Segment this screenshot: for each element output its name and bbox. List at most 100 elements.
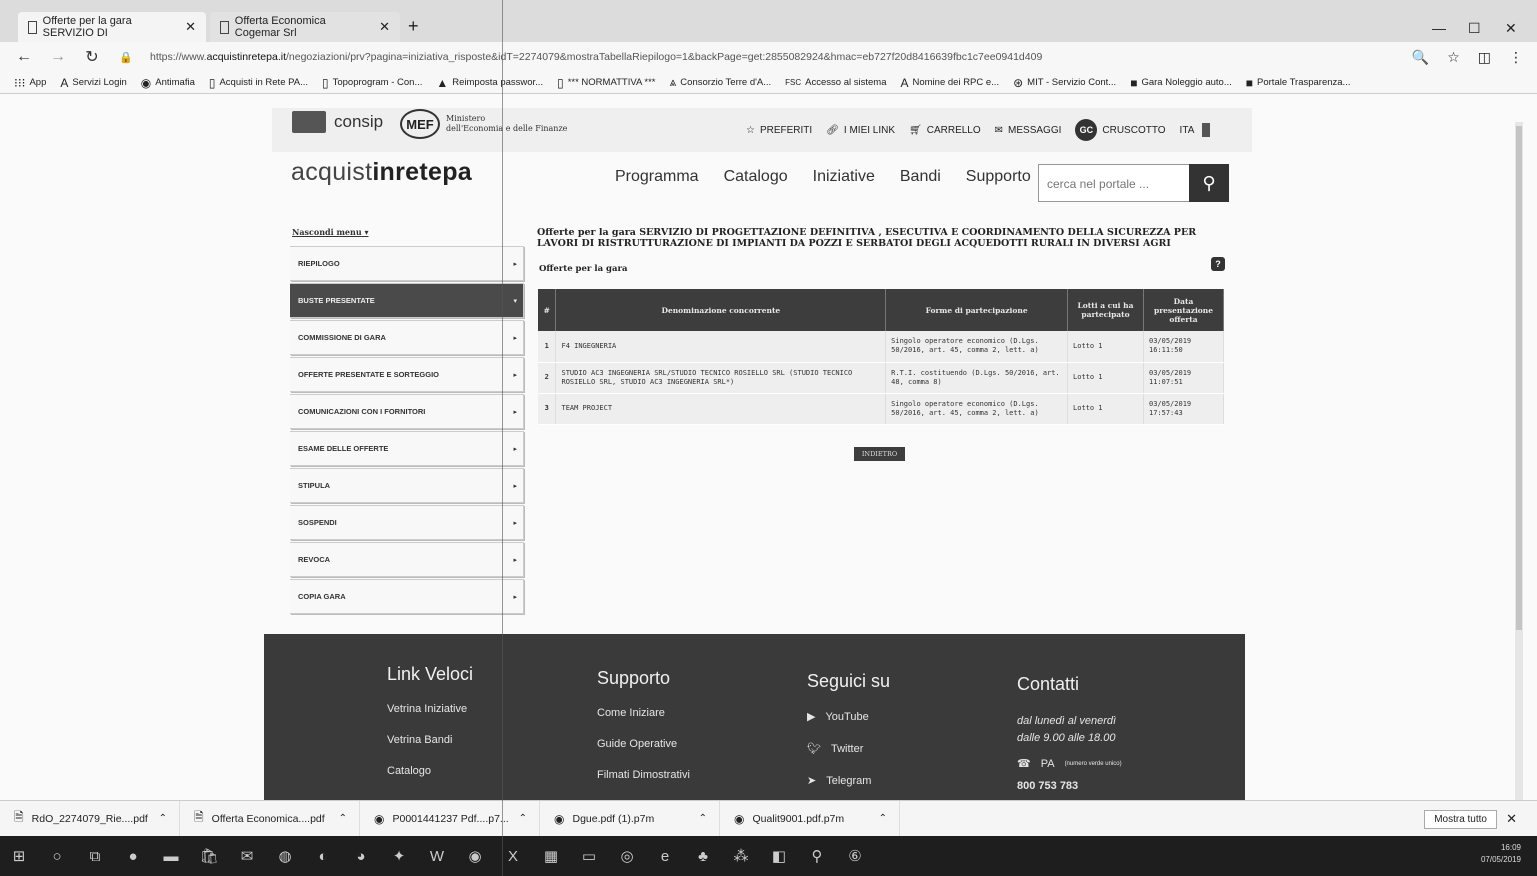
close-icon[interactable]: ✕: [379, 19, 390, 35]
app-icon[interactable]: ⚲: [798, 847, 836, 865]
app-icon[interactable]: ◉: [456, 847, 494, 865]
browser-tab-2[interactable]: Offerta Economica Cogemar Srl ✕: [210, 12, 400, 42]
nav-iniziative[interactable]: Iniziative: [813, 168, 875, 186]
help-icon[interactable]: ?: [1211, 257, 1225, 271]
nav-catalogo[interactable]: Catalogo: [724, 168, 788, 186]
nav-supporto[interactable]: Supporto: [966, 168, 1031, 186]
app-icon[interactable]: ♣: [684, 848, 722, 865]
menu-item-buste-presentate[interactable]: BUSTE PRESENTATE ▾: [290, 283, 524, 318]
footer-link[interactable]: Guide Operative: [597, 738, 690, 750]
show-all-button[interactable]: Mostra tutto: [1424, 810, 1497, 829]
close-icon[interactable]: ✕: [185, 19, 196, 35]
app-icon[interactable]: ◕: [342, 848, 380, 865]
star-icon[interactable]: ☆: [1447, 49, 1460, 66]
word-icon[interactable]: W: [418, 848, 456, 865]
menu-item-comunicazioni[interactable]: COMUNICAZIONI CON I FORNITORI ▸: [290, 394, 524, 429]
menu-item-riepilogo[interactable]: RIEPILOGO ▸: [290, 246, 524, 281]
download-item[interactable]: ◉ Dgue.pdf (1).p7m ⌃: [540, 800, 720, 837]
bookmark-item[interactable]: ◉ Antimafia: [141, 76, 195, 90]
chrome-icon[interactable]: ◎: [608, 847, 646, 865]
chevron-up-icon[interactable]: ⌃: [159, 813, 167, 824]
menu-item-esame-offerte[interactable]: ESAME DELLE OFFERTE ▸: [290, 431, 524, 466]
store-icon[interactable]: 🛍︎: [190, 847, 228, 865]
menu-item-copia-gara[interactable]: COPIA GARA ▸: [290, 579, 524, 614]
footer-link[interactable]: Catalogo: [387, 765, 473, 777]
download-item[interactable]: 🗎 Offerta Economica....pdf ⌃: [180, 800, 360, 837]
menu-dots-icon[interactable]: ⋮: [1509, 49, 1523, 66]
bookmark-item[interactable]: ▯ Acquisti in Rete PA...: [209, 76, 308, 90]
maximize-icon[interactable]: ☐: [1468, 20, 1481, 37]
download-item[interactable]: ◉ P0001441237 Pdf....p7... ⌃: [360, 800, 540, 837]
window-close-icon[interactable]: ✕: [1505, 20, 1517, 37]
back-arrow-icon[interactable]: ←: [14, 48, 34, 66]
download-item[interactable]: 🗎 RdO_2274079_Rie....pdf ⌃: [0, 800, 180, 837]
scrollbar-thumb[interactable]: [1516, 126, 1522, 630]
carrello-link[interactable]: 🛒︎ CARRELLO: [909, 125, 981, 136]
youtube-link[interactable]: ▶ YouTube: [807, 710, 890, 724]
app-icon[interactable]: ⁂: [722, 847, 760, 865]
twitter-link[interactable]: 🐦︎ Twitter: [807, 742, 890, 756]
miei-link-link[interactable]: 🔗︎ I MIEI LINK: [826, 125, 895, 136]
language-selector[interactable]: ITA: [1180, 123, 1211, 137]
search-icon[interactable]: ○: [38, 848, 76, 865]
start-icon[interactable]: ⊞: [0, 847, 38, 865]
bookmark-apps[interactable]: ⁝⁝⁝ App: [14, 76, 46, 90]
new-tab-button[interactable]: +: [408, 16, 419, 37]
app-icon[interactable]: ◧: [760, 847, 798, 865]
telegram-link[interactable]: ➤ Telegram: [807, 774, 890, 788]
chevron-up-icon[interactable]: ⌃: [519, 813, 527, 824]
menu-item-stipula[interactable]: STIPULA ▸: [290, 468, 524, 503]
bookmark-item[interactable]: ⩓ Consorzio Terre d'A...: [670, 75, 772, 90]
bookmark-item[interactable]: ⊛ MIT - Servizio Cont...: [1013, 76, 1116, 90]
nav-programma[interactable]: Programma: [615, 168, 699, 186]
menu-item-commissione[interactable]: COMMISSIONE DI GARA ▸: [290, 320, 524, 355]
task-view-icon[interactable]: ⧉: [76, 848, 114, 865]
bookmark-item[interactable]: ▯ *** NORMATTIVA ***: [557, 76, 655, 90]
preferiti-link[interactable]: ☆ PREFERITI: [746, 125, 812, 136]
zoom-icon[interactable]: 🔍: [1412, 49, 1429, 66]
app-icon[interactable]: ✦: [380, 847, 418, 865]
footer-link[interactable]: Come Iniziare: [597, 707, 690, 719]
download-item[interactable]: ◉ Qualit9001.pdf.p7m ⌃: [720, 800, 900, 837]
app-icon[interactable]: ▭: [570, 847, 608, 865]
menu-item-offerte-presentate[interactable]: OFFERTE PRESENTATE E SORTEGGIO ▸: [290, 357, 524, 392]
footer-link[interactable]: Filmati Dimostrativi: [597, 769, 690, 781]
close-icon[interactable]: ✕: [1506, 811, 1517, 827]
app-icon[interactable]: ◐: [304, 848, 342, 865]
minimize-icon[interactable]: —: [1432, 20, 1446, 36]
forward-arrow-icon[interactable]: →: [48, 48, 68, 66]
consip-logo[interactable]: consip: [292, 111, 383, 133]
search-button[interactable]: ⚲: [1189, 164, 1229, 202]
browser-tab-1[interactable]: Offerte per la gara SERVIZIO DI ✕: [18, 12, 206, 42]
app-icon[interactable]: ●: [114, 848, 152, 865]
system-clock[interactable]: 16:09 07/05/2019: [1481, 842, 1521, 866]
bookmark-item[interactable]: A Nomine dei RPC e...: [900, 76, 999, 90]
site-brand[interactable]: acquistinretepa: [291, 158, 472, 187]
url-field[interactable]: https://www.acquistinretepa.it/negoziazi…: [150, 51, 1430, 63]
chevron-up-icon[interactable]: ⌃: [699, 813, 707, 824]
chevron-up-icon[interactable]: ⌃: [339, 813, 347, 824]
footer-link[interactable]: Vetrina Bandi: [387, 734, 473, 746]
search-input[interactable]: cerca nel portale ...: [1038, 164, 1190, 202]
bookmark-item[interactable]: ■ Portale Trasparenza...: [1246, 76, 1351, 90]
bookmark-item[interactable]: A Servizi Login: [60, 76, 126, 90]
bookmark-item[interactable]: ■ Gara Noleggio auto...: [1130, 76, 1232, 90]
bookmark-item[interactable]: FSC Accesso al sistema: [785, 77, 886, 88]
app-icon[interactable]: ▬: [152, 848, 190, 865]
nav-bandi[interactable]: Bandi: [900, 168, 941, 186]
phone-number[interactable]: 800 753 783: [1017, 780, 1122, 792]
mail-icon[interactable]: ✉: [228, 847, 266, 865]
app-icon[interactable]: ◍: [266, 847, 304, 865]
messaggi-link[interactable]: ✉ MESSAGGI: [995, 125, 1062, 136]
extension-icon[interactable]: ◫: [1478, 49, 1491, 66]
menu-item-sospendi[interactable]: SOSPENDI ▸: [290, 505, 524, 540]
mef-logo[interactable]: MEF Ministero dell'Economia e delle Finan…: [400, 109, 567, 139]
app-icon[interactable]: ⑥: [836, 847, 874, 865]
cruscotto-link[interactable]: GC CRUSCOTTO: [1075, 119, 1166, 141]
excel-icon[interactable]: X: [494, 848, 532, 865]
bookmark-item[interactable]: ▯ Topoprogram - Con...: [322, 76, 422, 90]
menu-item-revoca[interactable]: REVOCA ▸: [290, 542, 524, 577]
back-button[interactable]: INDIETRO: [854, 447, 905, 461]
chevron-up-icon[interactable]: ⌃: [879, 813, 887, 824]
footer-link[interactable]: Vetrina Iniziative: [387, 703, 473, 715]
